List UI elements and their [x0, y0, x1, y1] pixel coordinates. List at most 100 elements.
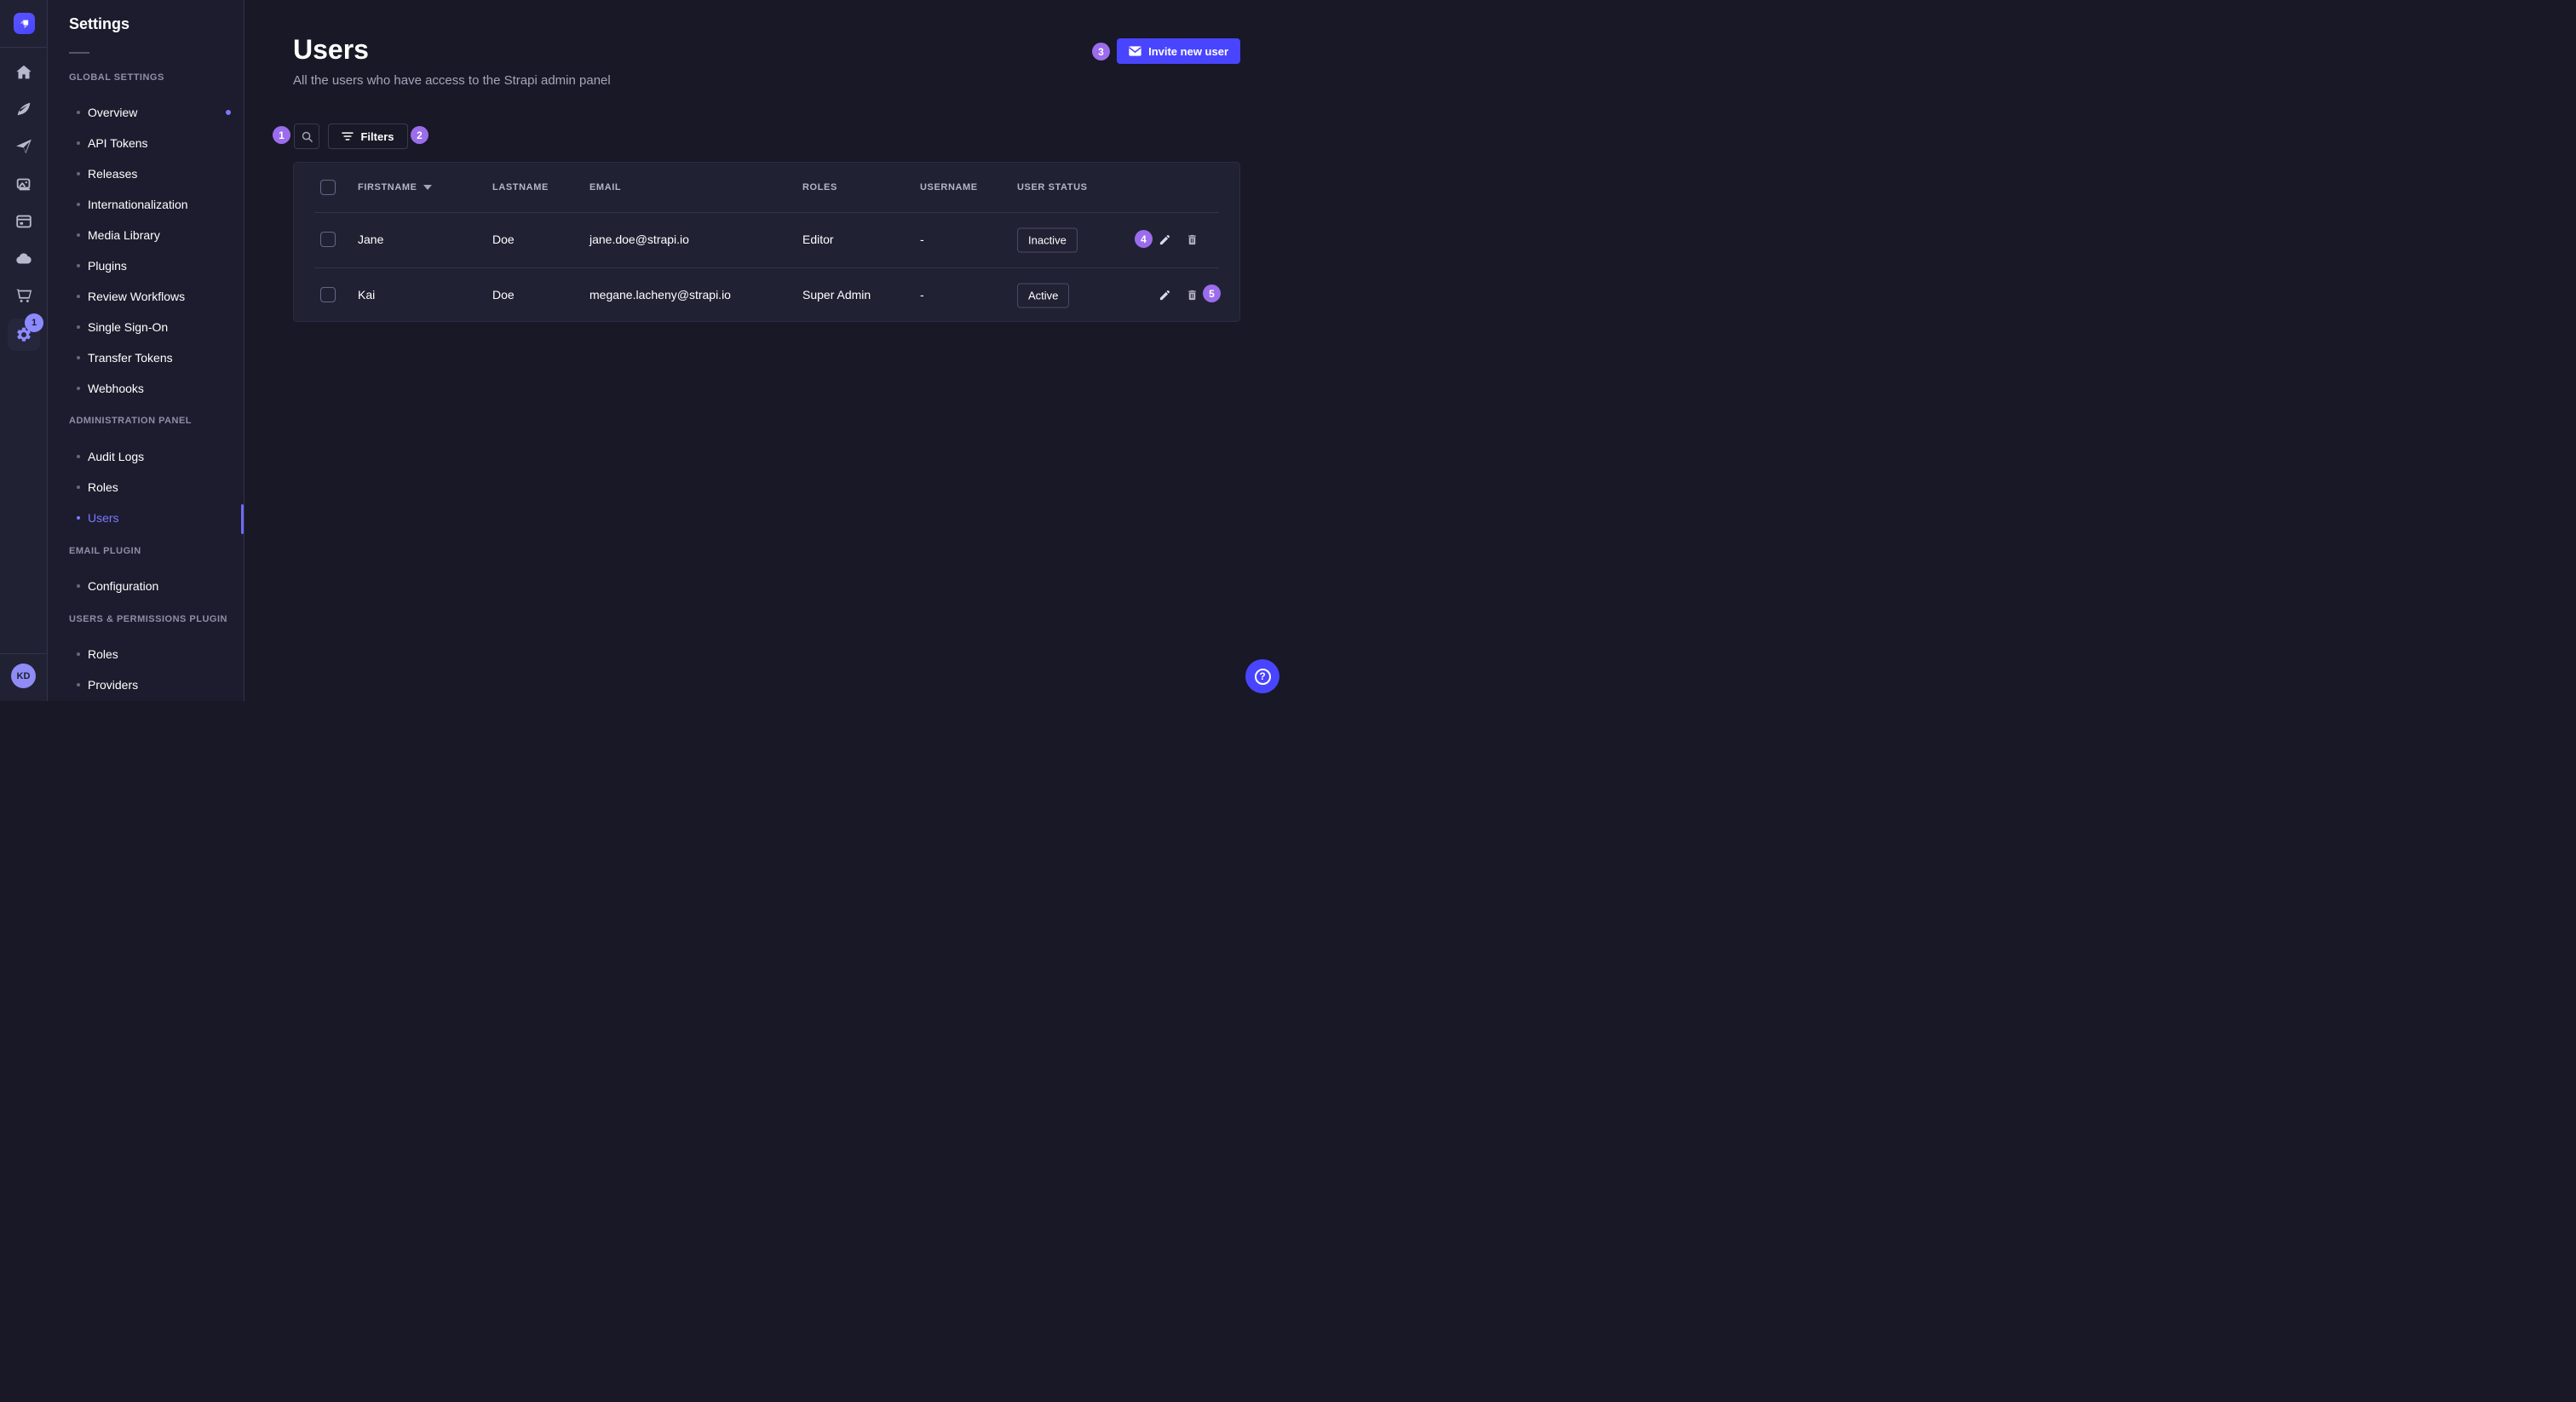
cell-roles: Super Admin — [802, 267, 871, 323]
content-builder-icon[interactable] — [14, 100, 33, 118]
bullet-icon — [77, 295, 80, 298]
select-all-checkbox[interactable] — [320, 180, 336, 195]
media-library-icon[interactable] — [14, 175, 33, 193]
edit-user-button[interactable] — [1155, 231, 1174, 250]
mail-icon — [1129, 46, 1141, 56]
section-administration-panel: ADMINISTRATION PANEL Audit Logs Roles Us… — [48, 415, 244, 533]
home-icon[interactable] — [14, 63, 33, 82]
sidebar-item-releases[interactable]: Releases — [48, 158, 244, 189]
page-title: Users — [293, 34, 369, 66]
settings-subnav: Settings GLOBAL SETTINGS Overview API To… — [48, 0, 244, 701]
column-header-user-status: USER STATUS — [1017, 163, 1088, 212]
bullet-icon — [77, 203, 80, 206]
notification-dot — [226, 110, 231, 115]
annotation-badge-1: 1 — [273, 126, 290, 144]
annotation-badge-2: 2 — [411, 126, 428, 144]
sidebar-item-review-workflows[interactable]: Review Workflows — [48, 281, 244, 312]
sidebar-item-providers[interactable]: Providers — [48, 669, 244, 700]
delete-user-button[interactable] — [1182, 231, 1201, 250]
sidebar-item-media-library[interactable]: Media Library — [48, 220, 244, 250]
sidebar-item-users[interactable]: Users — [48, 503, 244, 533]
sidebar-item-api-tokens[interactable]: API Tokens — [48, 128, 244, 158]
sidebar-item-admin-roles[interactable]: Roles — [48, 472, 244, 503]
table-row[interactable]: Kai Doe megane.lacheny@strapi.io Super A… — [294, 267, 1239, 323]
bullet-icon — [77, 387, 80, 390]
help-button[interactable]: ? — [1245, 659, 1279, 693]
section-email-plugin: EMAIL PLUGIN Configuration — [48, 545, 244, 601]
cell-username: - — [920, 212, 924, 267]
table-row[interactable]: Jane Doe jane.doe@strapi.io Editor - Ina… — [294, 212, 1239, 267]
column-header-email: EMAIL — [589, 163, 621, 212]
edit-user-button[interactable] — [1155, 286, 1174, 305]
column-header-lastname: LASTNAME — [492, 163, 549, 212]
column-header-roles: ROLES — [802, 163, 837, 212]
pencil-icon — [1159, 289, 1171, 302]
column-header-firstname[interactable]: FIRSTNAME — [358, 163, 432, 212]
content-manager-icon[interactable] — [14, 212, 33, 231]
cell-roles: Editor — [802, 212, 834, 267]
bullet-icon — [77, 486, 80, 489]
user-avatar[interactable]: KD — [11, 664, 36, 688]
section-global-settings: GLOBAL SETTINGS Overview API Tokens Rele… — [48, 72, 244, 404]
question-mark-icon: ? — [1255, 669, 1271, 685]
bullet-icon — [77, 172, 80, 175]
row-checkbox[interactable] — [320, 287, 336, 302]
cell-lastname: Doe — [492, 212, 515, 267]
bullet-icon — [77, 516, 80, 520]
rail-bottom-divider — [0, 653, 47, 654]
annotation-badge-3: 3 — [1092, 43, 1110, 60]
main-nav-rail: 1 KD — [0, 0, 48, 701]
sidebar-item-single-sign-on[interactable]: Single Sign-On — [48, 312, 244, 342]
filters-button-label: Filters — [360, 130, 394, 143]
cell-username: - — [920, 267, 924, 323]
sidebar-item-webhooks[interactable]: Webhooks — [48, 373, 244, 404]
rail-divider — [0, 47, 47, 48]
delete-user-button[interactable] — [1182, 286, 1201, 305]
bullet-icon — [77, 455, 80, 458]
section-users-permissions-plugin: USERS & PERMISSIONS PLUGIN Roles Provide… — [48, 613, 244, 700]
bullet-icon — [77, 264, 80, 267]
pencil-icon — [1159, 233, 1171, 246]
sort-descending-icon — [423, 185, 432, 190]
marketplace-icon[interactable] — [14, 286, 33, 305]
settings-notification-badge: 1 — [25, 313, 43, 332]
sidebar-item-up-roles[interactable]: Roles — [48, 639, 244, 669]
sidebar-item-configuration[interactable]: Configuration — [48, 571, 244, 601]
subnav-title: Settings — [69, 15, 129, 33]
subnav-title-underline — [69, 52, 89, 54]
sidebar-item-transfer-tokens[interactable]: Transfer Tokens — [48, 342, 244, 373]
cell-firstname: Jane — [358, 212, 383, 267]
sidebar-item-audit-logs[interactable]: Audit Logs — [48, 441, 244, 472]
annotation-badge-4: 4 — [1135, 230, 1153, 248]
sidebar-item-internationalization[interactable]: Internationalization — [48, 189, 244, 220]
subnav-scrollbar-thumb[interactable] — [241, 504, 244, 534]
row-checkbox[interactable] — [320, 232, 336, 247]
strapi-logo[interactable] — [14, 13, 35, 34]
bullet-icon — [77, 683, 80, 687]
table-header-row: FIRSTNAME LASTNAME EMAIL ROLES USERNAME … — [294, 163, 1239, 212]
sidebar-item-plugins[interactable]: Plugins — [48, 250, 244, 281]
deploy-icon[interactable] — [14, 137, 33, 156]
cloud-icon[interactable] — [14, 250, 33, 268]
strapi-logo-icon — [17, 16, 32, 31]
bullet-icon — [77, 652, 80, 656]
section-label: ADMINISTRATION PANEL — [48, 415, 244, 427]
bullet-icon — [77, 356, 80, 359]
bullet-icon — [77, 584, 80, 588]
sidebar-item-overview[interactable]: Overview — [48, 97, 244, 128]
section-label: USERS & PERMISSIONS PLUGIN — [48, 613, 244, 625]
search-button[interactable] — [294, 124, 319, 149]
status-badge: Inactive — [1017, 227, 1078, 252]
users-table: FIRSTNAME LASTNAME EMAIL ROLES USERNAME … — [293, 162, 1240, 322]
cell-email: megane.lacheny@strapi.io — [589, 267, 731, 323]
invite-button-label: Invite new user — [1148, 45, 1228, 58]
filter-icon — [342, 131, 354, 141]
column-header-username: USERNAME — [920, 163, 978, 212]
main-content: Users All the users who have access to t… — [244, 0, 1288, 701]
strapi-admin-app: 1 KD Settings GLOBAL SETTINGS Overview A… — [0, 0, 1288, 701]
section-label: GLOBAL SETTINGS — [48, 72, 244, 83]
filters-button[interactable]: Filters — [328, 124, 408, 149]
invite-new-user-button[interactable]: Invite new user — [1117, 38, 1240, 64]
bullet-icon — [77, 233, 80, 237]
cell-firstname: Kai — [358, 267, 375, 323]
